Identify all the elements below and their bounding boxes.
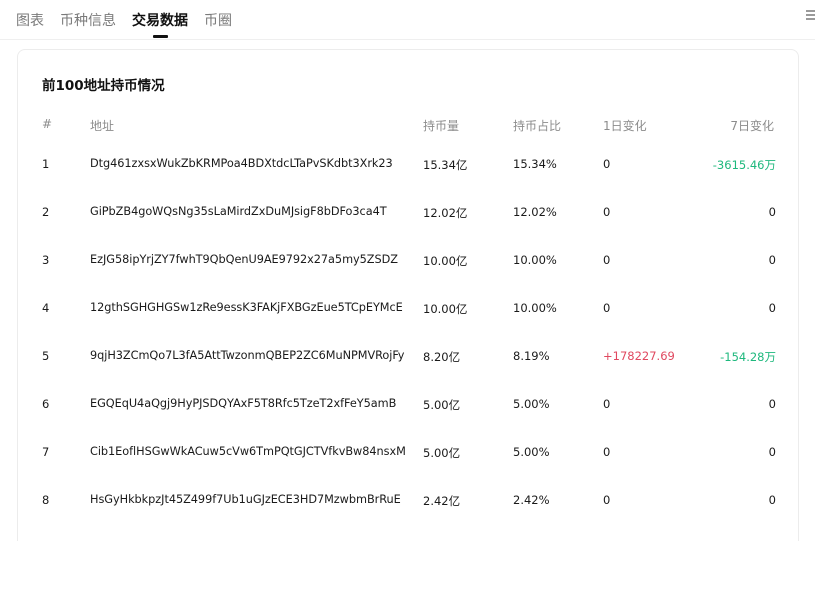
holding-amount: 10.00亿: [423, 302, 468, 316]
row-index: 7: [42, 445, 50, 459]
holding-amount: 15.34亿: [423, 158, 468, 172]
table-row[interactable]: 6 EGQEqU4aQgj9HyPJSDQYAxF5T8Rfc5TzeT2xfF…: [18, 397, 798, 445]
active-tab-indicator: [153, 35, 168, 38]
holder-address[interactable]: 9qjH3ZCmQo7L3fA5AttTwzonmQBEP2ZC6MuNPMVR…: [90, 349, 404, 362]
holding-share: 2.42%: [513, 493, 550, 507]
change-7d: 0: [768, 253, 776, 267]
tab-trade-data[interactable]: 交易数据: [132, 10, 188, 30]
change-7d: 0: [768, 445, 776, 459]
header-change-1d: 1日变化: [603, 119, 647, 133]
card-title: 前100地址持币情况: [42, 78, 165, 94]
holding-amount: 2.42亿: [423, 494, 461, 508]
holder-address[interactable]: HsGyHkbkpzJt45Z499f7Ub1uGJzECE3HD7MzwbmB…: [90, 493, 401, 506]
change-7d: 0: [768, 493, 776, 507]
row-index: 8: [42, 493, 50, 507]
table-row[interactable]: 3 EzJG58ipYrjZY7fwhT9QbQenU9AE9792x27a5m…: [18, 253, 798, 301]
holding-amount: 10.00亿: [423, 254, 468, 268]
holder-address[interactable]: 12gthSGHGHGSw1zRe9essK3FAKjFXBGzEue5TCpE…: [90, 301, 403, 314]
table-row[interactable]: 7 Cib1EoflHSGwWkACuw5cVw6TmPQtGJCTVfkvBw…: [18, 445, 798, 493]
tab-chart[interactable]: 图表: [16, 10, 44, 30]
change-1d: 0: [603, 301, 611, 315]
holding-amount: 8.20亿: [423, 350, 461, 364]
holding-share: 15.34%: [513, 157, 557, 171]
holding-share: 10.00%: [513, 301, 557, 315]
header-amount: 持币量: [423, 119, 460, 133]
change-1d: 0: [603, 253, 611, 267]
change-1d: +178227.69: [603, 349, 675, 363]
holding-amount: 5.00亿: [423, 398, 461, 412]
tab-coin-circle[interactable]: 币圈: [204, 10, 232, 30]
tab-coin-info[interactable]: 币种信息: [60, 10, 116, 30]
holding-share: 8.19%: [513, 349, 550, 363]
change-1d: 0: [603, 445, 611, 459]
holding-share: 5.00%: [513, 397, 550, 411]
table-row[interactable]: 2 GiPbZB4goWQsNg35sLaMirdZxDuMJsigF8bDFo…: [18, 205, 798, 253]
holding-share: 12.02%: [513, 205, 557, 219]
header-index: #: [42, 117, 53, 131]
holder-address[interactable]: EGQEqU4aQgj9HyPJSDQYAxF5T8Rfc5TzeT2xfFeY…: [90, 397, 396, 410]
tab-bar: 图表 币种信息 交易数据 币圈: [0, 0, 815, 40]
holder-address[interactable]: EzJG58ipYrjZY7fwhT9QbQenU9AE9792x27a5my5…: [90, 253, 398, 266]
table-row[interactable]: 1 Dtg461zxsxWukZbKRMPoa4BDXtdcLTaPvSKdbt…: [18, 157, 798, 205]
header-address: 地址: [90, 119, 115, 133]
table-row[interactable]: 4 12gthSGHGHGSw1zRe9essK3FAKjFXBGzEue5TC…: [18, 301, 798, 349]
row-index: 4: [42, 301, 50, 315]
change-1d: 0: [603, 493, 611, 507]
row-index: 2: [42, 205, 50, 219]
header-share: 持币占比: [513, 119, 562, 133]
change-7d: 0: [768, 397, 776, 411]
change-1d: 0: [603, 397, 611, 411]
hamburger-icon[interactable]: [806, 9, 815, 21]
row-index: 6: [42, 397, 50, 411]
row-index: 1: [42, 157, 50, 171]
change-7d: 0: [768, 301, 776, 315]
holding-amount: 12.02亿: [423, 206, 468, 220]
holder-address[interactable]: Dtg461zxsxWukZbKRMPoa4BDXtdcLTaPvSKdbt3X…: [90, 157, 393, 170]
header-change-7d: 7日变化: [730, 119, 774, 133]
holding-amount: 5.00亿: [423, 446, 461, 460]
holding-share: 5.00%: [513, 445, 550, 459]
top-holders-card: 前100地址持币情况 # 地址 持币量 持币占比 1日变化 7日变化 1 Dtg…: [17, 49, 799, 541]
holding-share: 10.00%: [513, 253, 557, 267]
row-index: 3: [42, 253, 50, 267]
change-7d: -154.28万: [720, 350, 776, 364]
holder-address[interactable]: GiPbZB4goWQsNg35sLaMirdZxDuMJsigF8bDFo3c…: [90, 205, 387, 218]
table-row[interactable]: 8 HsGyHkbkpzJt45Z499f7Ub1uGJzECE3HD7Mzwb…: [18, 493, 798, 541]
holder-address[interactable]: Cib1EoflHSGwWkACuw5cVw6TmPQtGJCTVfkvBw84…: [90, 445, 406, 458]
change-7d: -3615.46万: [712, 158, 776, 172]
table-row[interactable]: 5 9qjH3ZCmQo7L3fA5AttTwzonmQBEP2ZC6MuNPM…: [18, 349, 798, 397]
change-7d: 0: [768, 205, 776, 219]
row-index: 5: [42, 349, 50, 363]
change-1d: 0: [603, 205, 611, 219]
change-1d: 0: [603, 157, 611, 171]
